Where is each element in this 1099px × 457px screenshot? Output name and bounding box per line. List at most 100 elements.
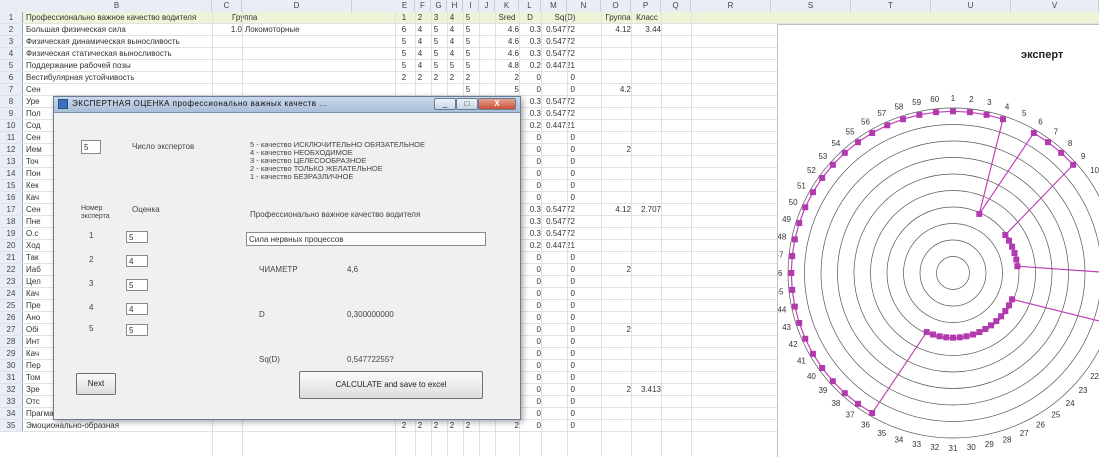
cell-d[interactable]: 0 (519, 156, 541, 167)
cell-d[interactable]: 0 (519, 312, 541, 323)
cell-c[interactable] (212, 72, 242, 83)
cell-group[interactable] (245, 60, 355, 71)
cell-name[interactable]: Поддержание рабочей позы (26, 60, 212, 71)
cell-gruppa[interactable]: 2 (601, 264, 631, 275)
expert-score-2[interactable] (126, 255, 148, 267)
row-number[interactable]: 25 (0, 300, 23, 311)
column-header[interactable]: U (931, 0, 1011, 12)
row-number[interactable]: 9 (0, 108, 23, 119)
cell-klass[interactable] (631, 288, 661, 299)
cell-klass[interactable] (631, 312, 661, 323)
row-number[interactable]: 16 (0, 192, 23, 203)
cell-group[interactable] (245, 48, 355, 59)
row-number[interactable]: 26 (0, 312, 23, 323)
close-button[interactable]: X (478, 98, 516, 110)
cell-sred[interactable]: 4.6 (495, 36, 519, 47)
cell-value[interactable]: 2 (397, 72, 411, 83)
cell-d[interactable]: 0 (519, 336, 541, 347)
row-number[interactable]: 7 (0, 84, 23, 95)
cell-klass[interactable] (631, 144, 661, 155)
cell-sq[interactable]: 0.54772 (541, 48, 575, 59)
cell-klass[interactable] (631, 168, 661, 179)
cell-sq[interactable]: 0 (541, 84, 575, 95)
cell-gruppa[interactable] (601, 312, 631, 323)
cell-sq[interactable]: 0 (541, 324, 575, 335)
cell-d[interactable]: 0 (519, 132, 541, 143)
cell-c[interactable] (212, 60, 242, 71)
cell-gruppa[interactable] (601, 132, 631, 143)
cell-c[interactable] (212, 48, 242, 59)
cell-name[interactable]: Сен (26, 84, 212, 95)
cell-gruppa[interactable] (601, 288, 631, 299)
cell-klass[interactable] (631, 396, 661, 407)
row-number[interactable]: 1 (0, 12, 23, 23)
cell-d[interactable]: 0 (519, 372, 541, 383)
header-cell[interactable]: Группа (603, 12, 633, 23)
cell-d[interactable]: 0.3 (519, 24, 541, 35)
row-number[interactable]: 19 (0, 228, 23, 239)
cell-klass[interactable]: 2.707 (631, 204, 661, 215)
cell-sq[interactable]: 0 (541, 168, 575, 179)
cell-sq[interactable]: 0.44721 (541, 240, 575, 251)
cell-klass[interactable] (631, 300, 661, 311)
cell-klass[interactable] (631, 156, 661, 167)
cell-sq[interactable]: 0 (541, 144, 575, 155)
cell-klass[interactable] (631, 192, 661, 203)
cell-gruppa[interactable] (601, 240, 631, 251)
cell-value[interactable]: 5 (397, 36, 411, 47)
row-number[interactable]: 11 (0, 132, 23, 143)
cell-sq[interactable]: 0.54772 (541, 24, 575, 35)
cell-sq[interactable]: 0 (541, 288, 575, 299)
cell-sq[interactable]: 0.54772 (541, 228, 575, 239)
cell-gruppa[interactable] (601, 120, 631, 131)
cell-klass[interactable] (631, 408, 661, 419)
cell-sred[interactable]: 4.6 (495, 48, 519, 59)
cell-gruppa[interactable] (601, 216, 631, 227)
row-number[interactable]: 5 (0, 60, 23, 71)
cell-sq[interactable]: 0.54772 (541, 216, 575, 227)
expert-evaluation-dialog[interactable]: ЭКСПЕРТНАЯ ОЦЕНКА профессионально важных… (53, 96, 521, 420)
cell-gruppa[interactable] (601, 180, 631, 191)
header-cell[interactable]: Группа (232, 12, 292, 23)
cell-gruppa[interactable] (601, 396, 631, 407)
row-number[interactable]: 21 (0, 252, 23, 263)
cell-gruppa[interactable] (601, 348, 631, 359)
row-number[interactable]: 12 (0, 144, 23, 155)
header-cell[interactable]: 1 (397, 12, 411, 23)
row-number[interactable]: 2 (0, 24, 23, 35)
cell-c[interactable]: 1.0 (212, 24, 242, 35)
cell-d[interactable]: 0.3 (519, 108, 541, 119)
cell-gruppa[interactable] (601, 252, 631, 263)
cell-sq[interactable]: 0.54772 (541, 96, 575, 107)
cell-gruppa[interactable]: 4.2 (601, 84, 631, 95)
column-header[interactable]: B (22, 0, 212, 12)
column-header[interactable]: F (415, 0, 431, 12)
cell-gruppa[interactable] (601, 36, 631, 47)
cell-sred[interactable]: 4.6 (495, 24, 519, 35)
cell-sq[interactable]: 0 (541, 336, 575, 347)
cell-klass[interactable] (631, 264, 661, 275)
row-number[interactable]: 3 (0, 36, 23, 47)
cell-sq[interactable]: 0.44721 (541, 120, 575, 131)
cell-klass[interactable] (631, 372, 661, 383)
row-number[interactable]: 24 (0, 288, 23, 299)
column-header[interactable]: R (691, 0, 771, 12)
cell-name[interactable]: Физическая динамическая выносливость (26, 36, 212, 47)
cell-gruppa[interactable] (601, 48, 631, 59)
cell-d[interactable]: 0 (519, 384, 541, 395)
cell-value[interactable] (397, 84, 411, 95)
cell-name[interactable]: Вестибулярная устойчивость (26, 72, 212, 83)
cell-sq[interactable]: 0.54772 (541, 204, 575, 215)
cell-sred[interactable]: 5 (495, 84, 519, 95)
cell-d[interactable]: 0 (519, 288, 541, 299)
cell-klass[interactable] (631, 108, 661, 119)
cell-d[interactable]: 0.3 (519, 48, 541, 59)
column-header[interactable]: S (771, 0, 851, 12)
cell-sq[interactable]: 0.44721 (541, 60, 575, 71)
column-header[interactable]: T (851, 0, 931, 12)
cell-klass[interactable] (631, 60, 661, 71)
cell-sq[interactable]: 0.54772 (541, 36, 575, 47)
cell-d[interactable]: 0.3 (519, 204, 541, 215)
column-header[interactable]: D (242, 0, 352, 12)
cell-sq[interactable]: 0 (541, 156, 575, 167)
